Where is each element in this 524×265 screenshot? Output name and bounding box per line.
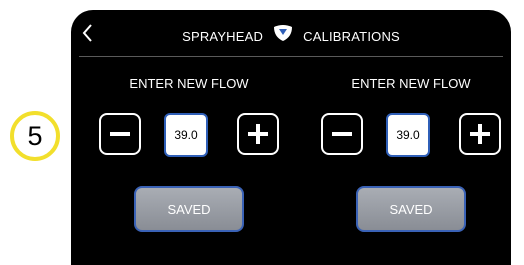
step-number: 5 bbox=[27, 120, 43, 151]
decrease-flow-button[interactable] bbox=[99, 113, 141, 155]
title-left: SPRAYHEAD bbox=[182, 28, 264, 44]
flow-label: ENTER NEW FLOW bbox=[351, 76, 471, 91]
flow-value-field[interactable]: 39.0 bbox=[164, 113, 208, 157]
header: SPRAYHEAD CALIBRATIONS bbox=[71, 10, 511, 56]
drop-logo-icon bbox=[274, 25, 293, 41]
plus-icon bbox=[470, 124, 490, 144]
flow-label: ENTER NEW FLOW bbox=[129, 76, 249, 91]
saved-button[interactable]: SAVED bbox=[356, 186, 466, 232]
title-right: CALIBRATIONS bbox=[303, 28, 400, 44]
header-divider bbox=[79, 56, 503, 57]
decrease-flow-button[interactable] bbox=[321, 113, 363, 155]
minus-icon bbox=[332, 132, 352, 136]
increase-flow-button[interactable] bbox=[459, 113, 501, 155]
saved-button[interactable]: SAVED bbox=[134, 186, 244, 232]
page-title: SPRAYHEAD CALIBRATIONS bbox=[71, 25, 511, 45]
plus-icon bbox=[248, 124, 268, 144]
flow-value-field[interactable]: 39.0 bbox=[386, 113, 430, 157]
step-callout: 5 bbox=[10, 111, 60, 161]
minus-icon bbox=[110, 132, 130, 136]
calibration-screen: SPRAYHEAD CALIBRATIONS ENTER NEW FLOW 39… bbox=[71, 10, 511, 265]
increase-flow-button[interactable] bbox=[237, 113, 279, 155]
